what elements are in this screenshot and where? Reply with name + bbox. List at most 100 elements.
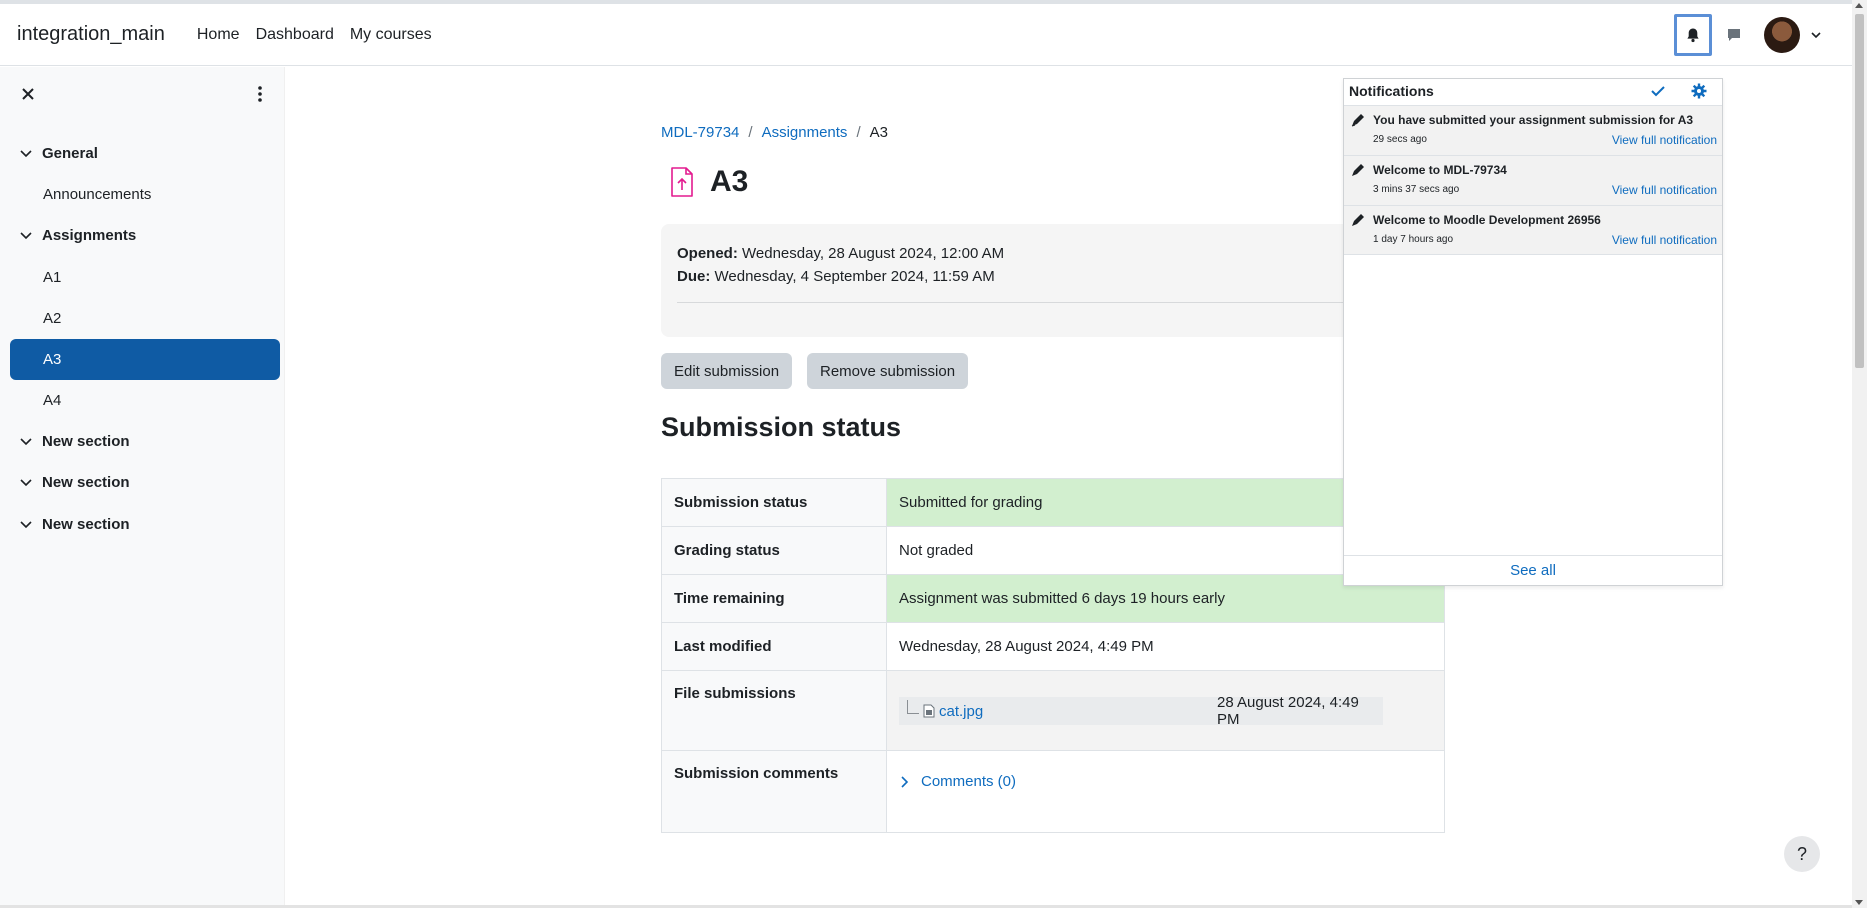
help-button[interactable]: ? — [1784, 836, 1820, 872]
chevron-down-icon[interactable] — [19, 434, 33, 448]
chevron-down-icon[interactable] — [19, 146, 33, 160]
more-options-icon[interactable] — [250, 84, 270, 104]
table-row: Grading status Not graded — [661, 526, 1445, 575]
nav-home-link[interactable]: Home — [197, 22, 240, 48]
submission-status-heading: Submission status — [661, 412, 902, 442]
file-submissions-value: cat.jpg 28 August 2024, 4:49 PM — [886, 670, 1445, 751]
due-value: Wednesday, 4 September 2024, 11:59 AM — [714, 268, 995, 285]
see-all-link[interactable]: See all — [1510, 562, 1556, 579]
file-date: 28 August 2024, 4:49 PM — [1217, 694, 1359, 728]
breadcrumb-course-link[interactable]: MDL-79734 — [661, 124, 739, 141]
due-label: Due: — [677, 268, 711, 285]
due-date: Due: Wednesday, 4 September 2024, 11:59 … — [677, 265, 1435, 288]
table-row: File submissions cat.jpg 28 August 2024,… — [661, 670, 1445, 751]
file-link[interactable]: cat.jpg — [939, 703, 983, 720]
section-label: New section — [42, 433, 130, 450]
vertical-scrollbar[interactable] — [1852, 0, 1867, 908]
notification-item[interactable]: Welcome to MDL-79734 3 mins 37 secs ago … — [1344, 155, 1722, 205]
table-row: Submission comments Comments (0) — [661, 750, 1445, 833]
opened-value: Wednesday, 28 August 2024, 12:00 AM — [742, 245, 1005, 262]
course-index-drawer: General Announcements Assignments A1 A2 … — [0, 67, 285, 905]
notification-title: Welcome to MDL-79734 — [1373, 163, 1507, 177]
section-label: General — [42, 145, 98, 162]
last-modified-value: Wednesday, 28 August 2024, 4:49 PM — [886, 622, 1445, 671]
close-icon[interactable] — [18, 84, 38, 104]
breadcrumb-separator: / — [856, 124, 861, 141]
table-row: Submission status Submitted for grading — [661, 478, 1445, 527]
image-file-icon — [923, 704, 935, 718]
tree-branch — [907, 700, 919, 714]
chevron-down-icon[interactable] — [1808, 27, 1824, 43]
submission-comments-value: Comments (0) — [886, 750, 1445, 833]
section-label: Assignments — [42, 227, 137, 244]
chevron-down-icon[interactable] — [19, 475, 33, 489]
course-index-item-a1[interactable]: A1 — [10, 257, 280, 298]
course-section-new-section[interactable]: New section — [10, 504, 280, 545]
submission-status-label: Submission status — [661, 478, 887, 527]
scroll-up-arrow[interactable] — [1855, 3, 1863, 8]
table-row: Last modified Wednesday, 28 August 2024,… — [661, 622, 1445, 671]
page-header: A3 — [670, 165, 748, 199]
bell-icon — [1687, 28, 1699, 43]
user-menu-area — [1674, 14, 1824, 56]
file-tree-item: cat.jpg 28 August 2024, 4:49 PM — [899, 694, 1383, 728]
breadcrumb-current: A3 — [869, 124, 888, 141]
top-navbar: integration_main Home Dashboard My cours… — [0, 0, 1852, 66]
notifications-title: Notifications — [1349, 83, 1434, 99]
notifications-header: Notifications — [1344, 79, 1722, 105]
notifications-footer: See all — [1344, 555, 1722, 585]
view-full-notification-link[interactable]: View full notification — [1612, 183, 1717, 197]
file-submissions-label: File submissions — [661, 670, 887, 751]
nav-dashboard-link[interactable]: Dashboard — [256, 22, 334, 48]
course-section-new-section[interactable]: New section — [10, 421, 280, 462]
time-remaining-label: Time remaining — [661, 574, 887, 623]
page-title: A3 — [710, 165, 749, 198]
notification-item[interactable]: Welcome to Moodle Development 26956 1 da… — [1344, 205, 1722, 255]
notification-time: 3 mins 37 secs ago — [1373, 184, 1460, 195]
course-section-new-section[interactable]: New section — [10, 462, 280, 503]
view-full-notification-link[interactable]: View full notification — [1612, 133, 1717, 147]
activity-label: A1 — [43, 269, 62, 286]
edit-submission-button[interactable]: Edit submission — [661, 353, 793, 389]
notification-title: You have submitted your assignment submi… — [1373, 113, 1694, 127]
course-index-item-a2[interactable]: A2 — [10, 298, 280, 339]
notifications-popover: Notifications You have submitted your as… — [1343, 78, 1723, 586]
check-icon[interactable] — [1650, 83, 1666, 102]
table-row: Time remaining Assignment was submitted … — [661, 574, 1445, 623]
notifications-toggle-button[interactable] — [1674, 14, 1712, 56]
notification-item[interactable]: You have submitted your assignment submi… — [1344, 105, 1722, 155]
opened-date: Opened: Wednesday, 28 August 2024, 12:00… — [677, 242, 1435, 265]
scrollbar-thumb[interactable] — [1855, 14, 1864, 368]
notification-time: 1 day 7 hours ago — [1373, 234, 1454, 245]
nav-my-courses-link[interactable]: My courses — [350, 22, 432, 48]
chevron-down-icon[interactable] — [19, 517, 33, 531]
user-avatar[interactable] — [1764, 17, 1800, 53]
course-section-assignments[interactable]: Assignments — [10, 215, 280, 256]
course-index-item-announcements[interactable]: Announcements — [10, 174, 280, 215]
comments-link[interactable]: Comments (0) — [921, 773, 1016, 790]
breadcrumb: MDL-79734 / Assignments / A3 — [661, 124, 888, 141]
site-name[interactable]: integration_main — [17, 23, 165, 46]
pen-icon — [1350, 162, 1366, 181]
chat-bubble-icon — [1728, 29, 1740, 41]
comments-toggle[interactable]: Comments (0) — [899, 773, 1432, 790]
chevron-right-icon[interactable] — [899, 775, 911, 789]
course-index-item-a3[interactable]: A3 — [10, 339, 280, 380]
notification-title: Welcome to Moodle Development 26956 — [1373, 213, 1601, 227]
remove-submission-button[interactable]: Remove submission — [807, 353, 969, 389]
chevron-down-icon[interactable] — [19, 228, 33, 242]
divider — [677, 302, 1435, 303]
breadcrumb-separator: / — [748, 124, 753, 141]
gear-icon[interactable] — [1691, 83, 1707, 102]
activity-label: A4 — [43, 392, 62, 409]
course-section-general[interactable]: General — [10, 133, 280, 174]
view-full-notification-link[interactable]: View full notification — [1612, 233, 1717, 247]
messages-toggle-button[interactable] — [1720, 17, 1748, 53]
pen-icon — [1350, 212, 1366, 231]
scroll-down-arrow[interactable] — [1855, 900, 1863, 905]
course-index-item-a4[interactable]: A4 — [10, 380, 280, 421]
breadcrumb-assignments-link[interactable]: Assignments — [762, 124, 848, 141]
submission-status-table: Submission status Submitted for grading … — [661, 478, 1445, 833]
activity-dates: Opened: Wednesday, 28 August 2024, 12:00… — [661, 224, 1451, 337]
activity-label: Announcements — [43, 186, 152, 203]
